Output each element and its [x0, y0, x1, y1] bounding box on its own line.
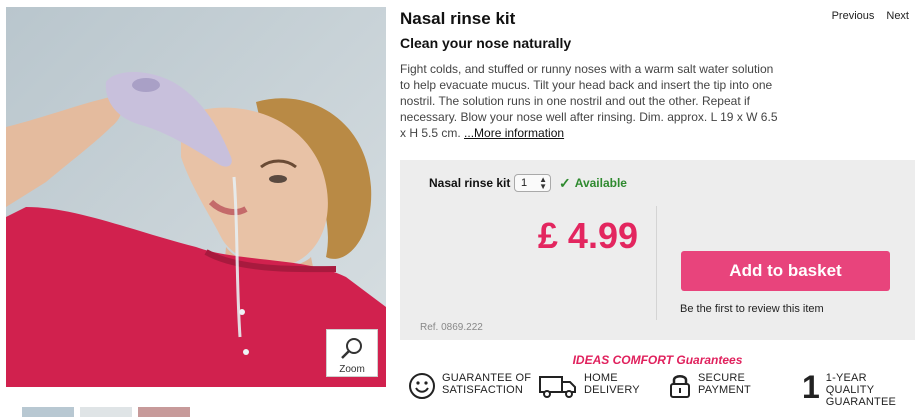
- thumbnail[interactable]: [138, 407, 190, 417]
- thumbnail[interactable]: [80, 407, 132, 417]
- delivery-truck-icon: [538, 372, 578, 405]
- guarantee-satisfaction: GUARANTEE OF SATISFACTION: [408, 372, 531, 405]
- guarantee-line: QUALITY: [825, 384, 875, 396]
- select-arrows-icon: ▲ ▼: [539, 175, 547, 191]
- guarantee-line: DELIVERY: [584, 384, 640, 396]
- quantity-select[interactable]: 1 ▲ ▼: [514, 174, 551, 192]
- more-information-link[interactable]: ...More information: [464, 126, 564, 140]
- padlock-icon: [668, 372, 692, 405]
- guarantee-line: HOME: [584, 372, 618, 384]
- guarantee-quality: 1 1-YEAR QUALITY GUARANTEE: [802, 369, 897, 408]
- checkmark-icon: ✓: [559, 175, 571, 191]
- product-price: £ 4.99: [537, 215, 638, 256]
- purchase-panel: Nasal rinse kit 1 ▲ ▼ ✓ Available £ 4.99 …: [400, 160, 915, 340]
- zoom-button[interactable]: Zoom: [326, 329, 378, 377]
- product-subtitle: Clean your nose naturally: [400, 35, 572, 51]
- availability-status: ✓ Available: [559, 176, 627, 190]
- product-description: Fight colds, and stuffed or runny noses …: [400, 61, 786, 141]
- zoom-label: Zoom: [339, 364, 365, 375]
- guarantee-line: GUARANTEE OF: [442, 372, 532, 384]
- magnifier-icon: [340, 336, 364, 363]
- quantity-value: 1: [521, 177, 528, 189]
- number-one-icon: 1: [802, 369, 820, 405]
- guarantee-delivery: HOME DELIVERY: [538, 372, 640, 405]
- guarantee-line: GUARANTEE: [825, 396, 897, 408]
- next-link[interactable]: Next: [886, 10, 909, 22]
- description-text: Fight colds, and stuffed or runny noses …: [400, 62, 778, 140]
- guarantee-payment: SECURE PAYMENT: [668, 372, 751, 405]
- guarantees-row: GUARANTEE OF SATISFACTION HOME DELIVERY: [408, 369, 915, 412]
- review-link[interactable]: Be the first to review this item: [680, 303, 824, 315]
- thumbnail-strip: [22, 407, 190, 417]
- guarantee-line: SATISFACTION: [442, 384, 524, 396]
- product-reference: Ref. 0869.222: [420, 322, 483, 333]
- add-to-basket-button[interactable]: Add to basket: [681, 251, 890, 291]
- divider: [656, 206, 657, 320]
- product-title: Nasal rinse kit: [400, 9, 516, 28]
- guarantee-line: PAYMENT: [698, 384, 751, 396]
- previous-link[interactable]: Previous: [832, 10, 875, 22]
- thumbnail[interactable]: [22, 407, 74, 417]
- availability-text: Available: [574, 176, 627, 190]
- guarantee-line: SECURE: [698, 372, 746, 384]
- guarantee-line: 1-YEAR: [825, 372, 867, 384]
- guarantees-title: IDEAS COMFORT Guarantees: [572, 353, 743, 367]
- option-label: Nasal rinse kit: [429, 176, 511, 190]
- smiley-icon: [408, 372, 436, 405]
- product-pagination: Previous Next: [832, 10, 909, 22]
